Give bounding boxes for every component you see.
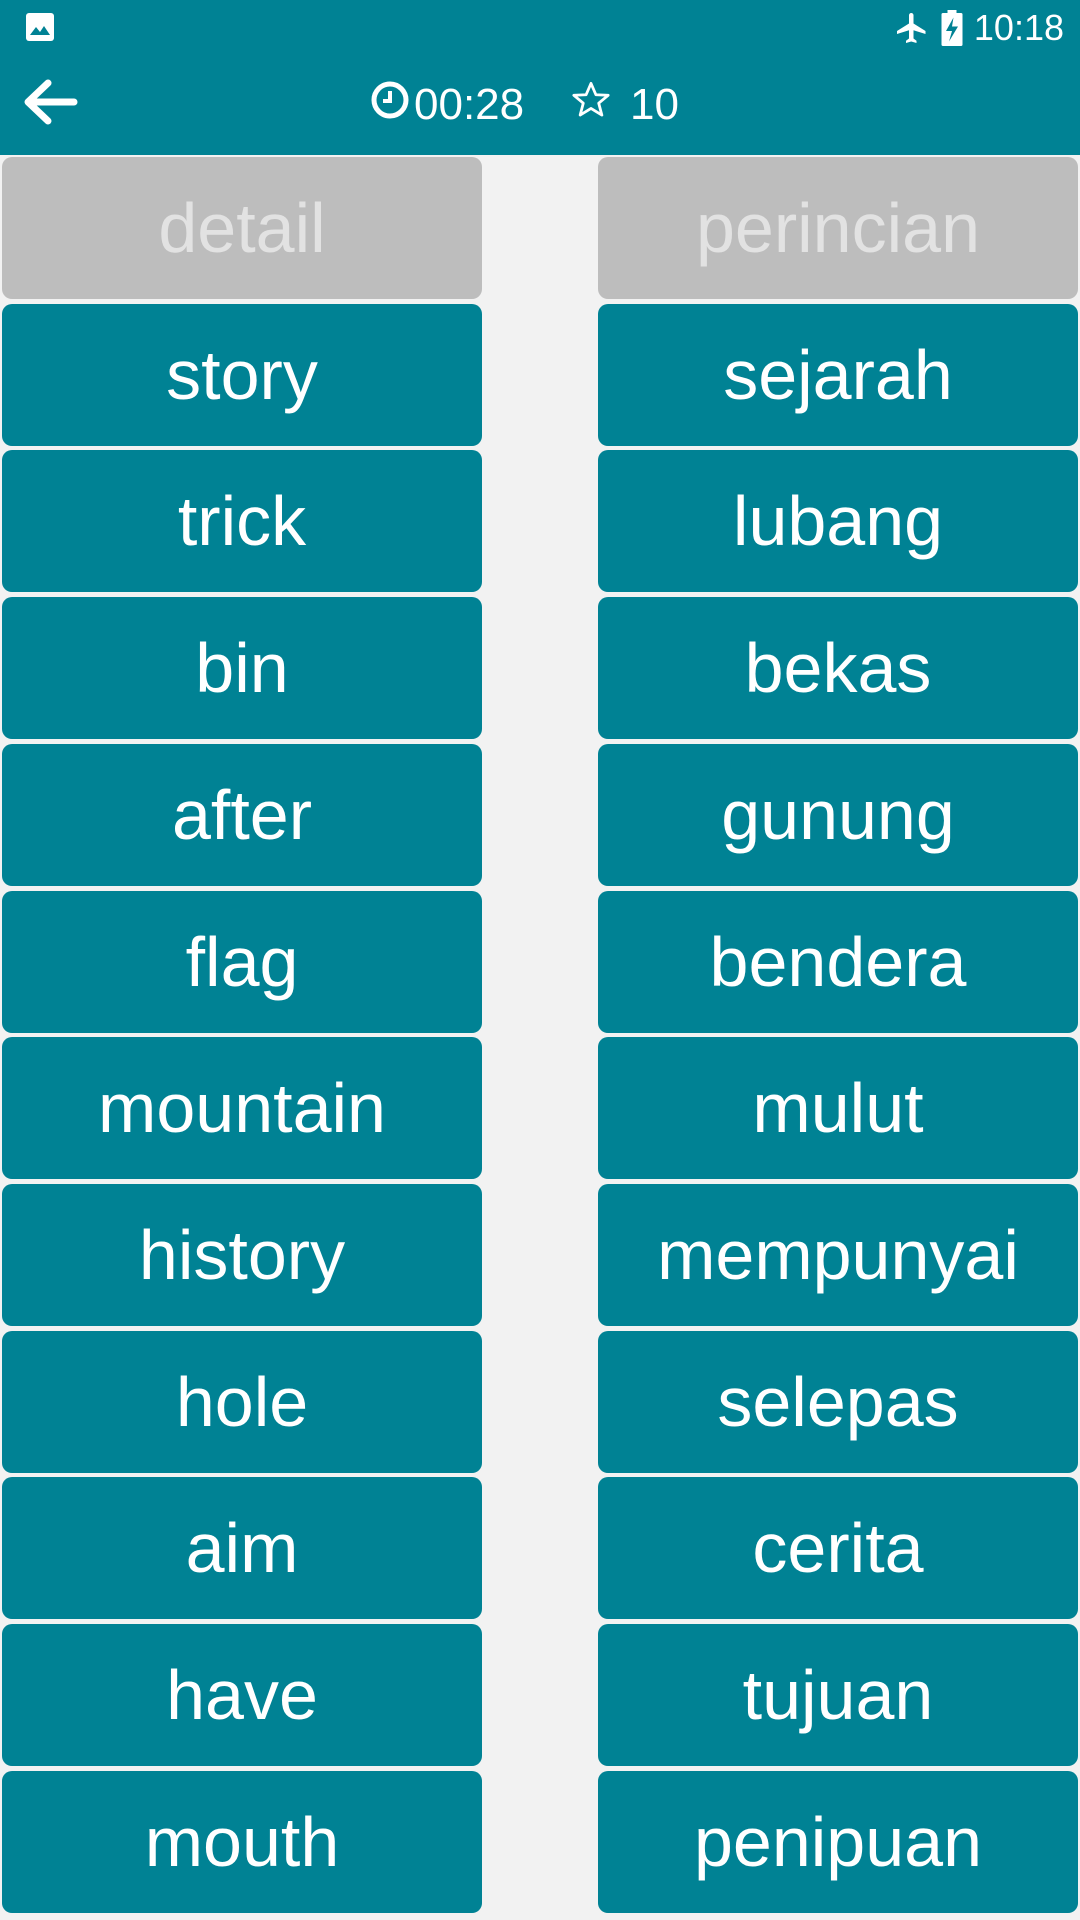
word-label: flag — [185, 923, 299, 1001]
star-outline-icon — [570, 79, 612, 132]
word-label: mouth — [144, 1803, 340, 1881]
english-word-tile[interactable]: flag — [2, 891, 482, 1033]
word-label: mulut — [752, 1069, 924, 1147]
malay-word-tile[interactable]: bendera — [598, 891, 1078, 1033]
timer: 00:28 — [370, 78, 524, 132]
word-label: perincian — [695, 189, 981, 267]
word-label: lubang — [732, 482, 944, 560]
malay-word-tile[interactable]: penipuan — [598, 1771, 1078, 1913]
malay-word-tile[interactable]: sejarah — [598, 304, 1078, 446]
word-label: trick — [177, 482, 307, 560]
malay-word-tile[interactable]: bekas — [598, 597, 1078, 739]
english-word-tile[interactable]: history — [2, 1184, 482, 1326]
word-label: bendera — [709, 923, 967, 1001]
word-label: aim — [185, 1509, 299, 1587]
word-label: bin — [195, 629, 289, 707]
word-label: gunung — [721, 776, 955, 854]
english-word-tile[interactable]: bin — [2, 597, 482, 739]
score: 10 — [570, 78, 679, 132]
english-word-tile[interactable]: mouth — [2, 1771, 482, 1913]
word-label: history — [138, 1216, 346, 1294]
word-label: mempunyai — [657, 1216, 1019, 1294]
malay-word-tile[interactable]: tujuan — [598, 1624, 1078, 1766]
malay-word-tile[interactable]: lubang — [598, 450, 1078, 592]
airplane-mode-icon — [894, 10, 930, 46]
malay-word-tile[interactable]: mulut — [598, 1037, 1078, 1179]
battery-charging-icon — [940, 10, 964, 46]
word-label: selepas — [717, 1363, 959, 1441]
timer-value: 00:28 — [414, 80, 525, 129]
status-time: 10:18 — [973, 7, 1064, 48]
word-label: have — [166, 1656, 318, 1734]
word-label: tujuan — [742, 1656, 934, 1734]
english-word-tile[interactable]: story — [2, 304, 482, 446]
clock-icon — [370, 80, 410, 131]
english-word-tile[interactable]: after — [2, 744, 482, 886]
back-button[interactable] — [20, 76, 80, 132]
word-label: bekas — [744, 629, 932, 707]
malay-word-tile[interactable]: mempunyai — [598, 1184, 1078, 1326]
word-label: story — [166, 336, 318, 414]
english-word-tile[interactable]: hole — [2, 1331, 482, 1473]
malay-word-tile[interactable]: cerita — [598, 1477, 1078, 1619]
english-word-tile[interactable]: trick — [2, 450, 482, 592]
app-bar: 10:18 00:28 10 — [0, 0, 1080, 155]
word-label: after — [171, 776, 313, 854]
word-label: mountain — [98, 1069, 386, 1147]
status-bar: 10:18 — [0, 0, 1080, 54]
english-word-tile[interactable]: aim — [2, 1477, 482, 1619]
arrow-left-icon — [22, 77, 78, 132]
word-label: detail — [158, 189, 326, 267]
score-value: 10 — [630, 80, 679, 129]
word-label: hole — [175, 1363, 309, 1441]
image-notification-icon — [26, 13, 54, 41]
english-word-tile: detail — [2, 157, 482, 299]
malay-word-tile[interactable]: selepas — [598, 1331, 1078, 1473]
malay-word-tile: perincian — [598, 157, 1078, 299]
malay-word-tile[interactable]: gunung — [598, 744, 1078, 886]
word-label: sejarah — [723, 336, 953, 414]
english-word-tile[interactable]: mountain — [2, 1037, 482, 1179]
word-label: penipuan — [693, 1803, 983, 1881]
english-word-tile[interactable]: have — [2, 1624, 482, 1766]
word-label: cerita — [752, 1509, 924, 1587]
